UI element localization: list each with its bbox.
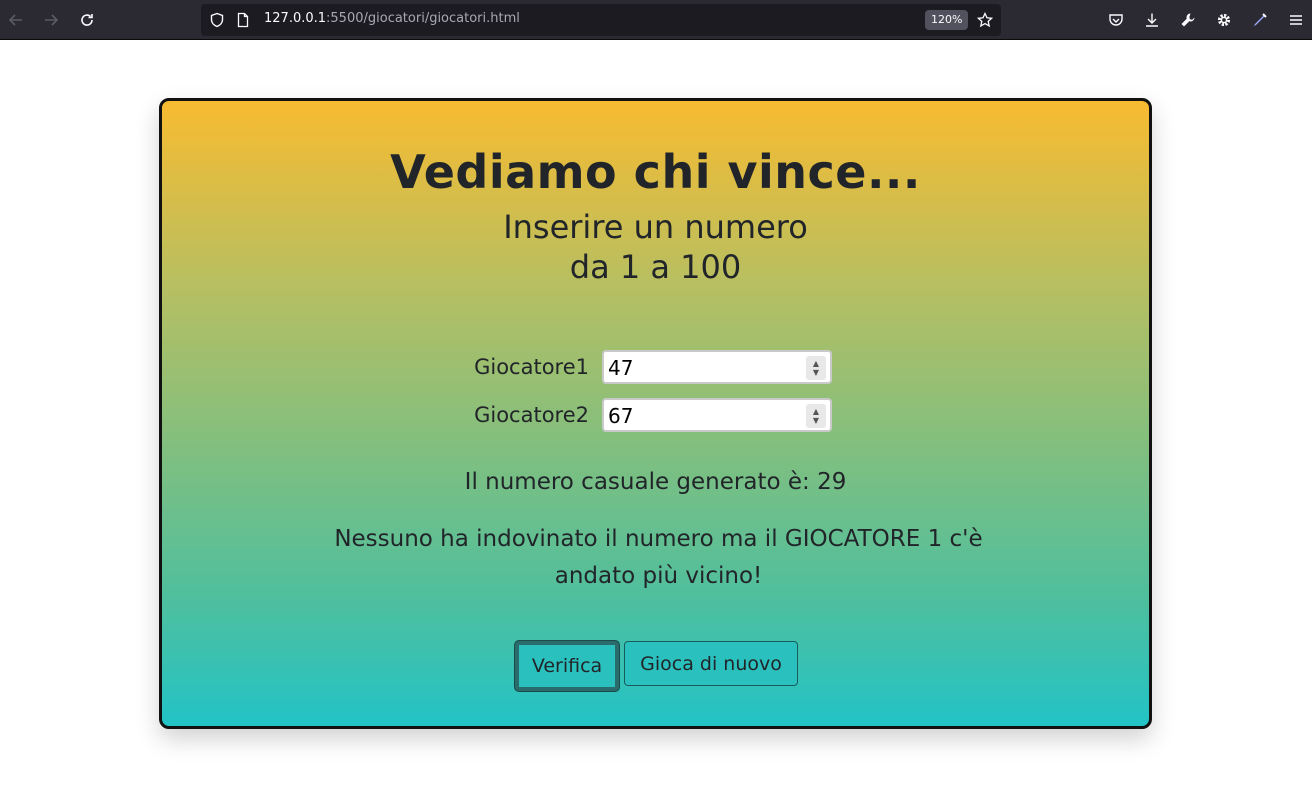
player2-row: Giocatore2 67 ▲ ▼ bbox=[472, 398, 832, 432]
arrow-left-icon bbox=[8, 14, 22, 26]
url-bar[interactable]: 127.0.0.1:5500/giocatori/giocatori.html … bbox=[201, 4, 1001, 36]
download-icon[interactable] bbox=[1142, 10, 1162, 30]
zoom-level[interactable]: 120% bbox=[925, 10, 969, 30]
subtitle-line1: Inserire un numero bbox=[503, 208, 808, 246]
reload-button[interactable] bbox=[75, 8, 99, 32]
arrow-right-icon bbox=[45, 14, 59, 26]
player2-spinner[interactable]: ▲ ▼ bbox=[806, 404, 826, 428]
bookmark-star-icon[interactable] bbox=[977, 12, 993, 28]
chevron-down-icon[interactable]: ▼ bbox=[813, 416, 819, 425]
game-card: Vediamo chi vince... Inserire un numero … bbox=[159, 98, 1152, 729]
page-icon[interactable] bbox=[235, 12, 251, 28]
shield-icon[interactable] bbox=[209, 12, 225, 28]
forward-button[interactable] bbox=[39, 8, 63, 32]
url-path: :5500/giocatori/giocatori.html bbox=[326, 11, 520, 26]
player1-spinner[interactable]: ▲ ▼ bbox=[806, 356, 826, 380]
verify-button[interactable]: Verifica bbox=[515, 641, 619, 691]
player1-row: Giocatore1 47 ▲ ▼ bbox=[472, 350, 832, 384]
play-again-button[interactable]: Gioca di nuovo bbox=[624, 641, 798, 686]
random-number-result: Il numero casuale generato è: 29 bbox=[464, 469, 847, 495]
player1-label: Giocatore1 bbox=[474, 355, 589, 379]
wrench-icon[interactable] bbox=[1178, 10, 1198, 30]
subtitle-line2: da 1 a 100 bbox=[569, 248, 742, 286]
subtitle: Inserire un numero da 1 a 100 bbox=[162, 207, 1149, 287]
url-host: 127.0.0.1 bbox=[264, 11, 327, 26]
player2-number-input[interactable]: 67 ▲ ▼ bbox=[602, 398, 832, 432]
browser-toolbar: 127.0.0.1:5500/giocatori/giocatori.html … bbox=[0, 0, 1312, 40]
player1-value: 47 bbox=[608, 356, 634, 380]
menu-icon[interactable] bbox=[1286, 10, 1306, 30]
player2-label: Giocatore2 bbox=[474, 403, 589, 427]
url-text[interactable]: 127.0.0.1:5500/giocatori/giocatori.html bbox=[264, 11, 520, 26]
outcome-message: Nessuno ha indovinato il numero ma il GI… bbox=[334, 526, 983, 589]
player1-number-input[interactable]: 47 ▲ ▼ bbox=[602, 350, 832, 384]
page-title: Vediamo chi vince... bbox=[390, 145, 921, 199]
gear-icon[interactable] bbox=[1214, 10, 1234, 30]
chevron-up-icon[interactable]: ▲ bbox=[813, 407, 819, 416]
color-picker-icon[interactable] bbox=[1250, 10, 1270, 30]
chevron-down-icon[interactable]: ▼ bbox=[813, 368, 819, 377]
reload-icon bbox=[81, 14, 93, 26]
back-button[interactable] bbox=[4, 8, 28, 32]
pocket-icon[interactable] bbox=[1106, 10, 1126, 30]
player2-value: 67 bbox=[608, 404, 634, 428]
chevron-up-icon[interactable]: ▲ bbox=[813, 359, 819, 368]
